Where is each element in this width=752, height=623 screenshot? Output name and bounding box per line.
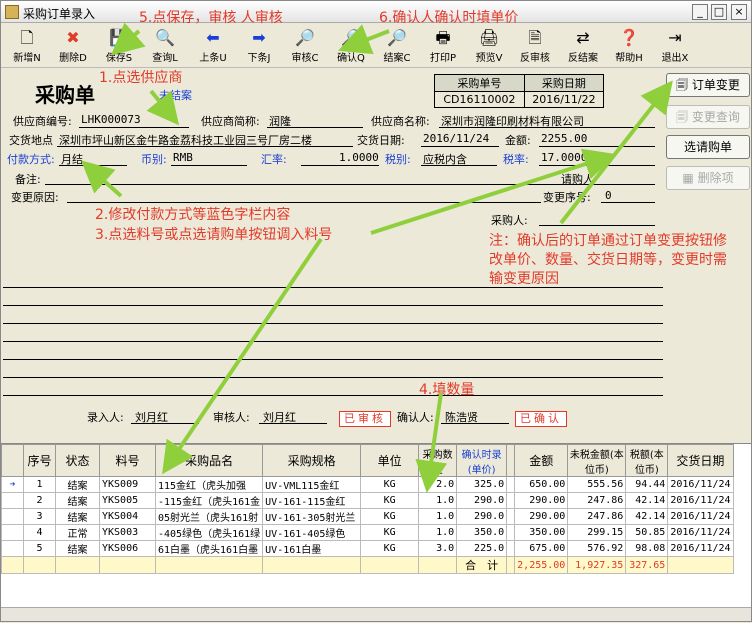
main-window: 采购订单录入 _ □ × 🗋 新增N ✖ 删除D 💾 保存S 🔍 查询L ⬅ 上条U ➡ 下… xyxy=(0,0,752,622)
arrow-to-save xyxy=(110,22,146,56)
arrow-to-item-code xyxy=(162,237,323,475)
arrow-to-supplier xyxy=(146,89,180,126)
annotation-arrows xyxy=(81,22,673,493)
arrow-to-order-change xyxy=(559,80,673,225)
arrow-to-payment xyxy=(81,160,123,198)
arrow-to-select-request xyxy=(370,148,617,235)
arrow-to-qty xyxy=(415,392,448,493)
arrow-to-confirm xyxy=(338,24,390,55)
